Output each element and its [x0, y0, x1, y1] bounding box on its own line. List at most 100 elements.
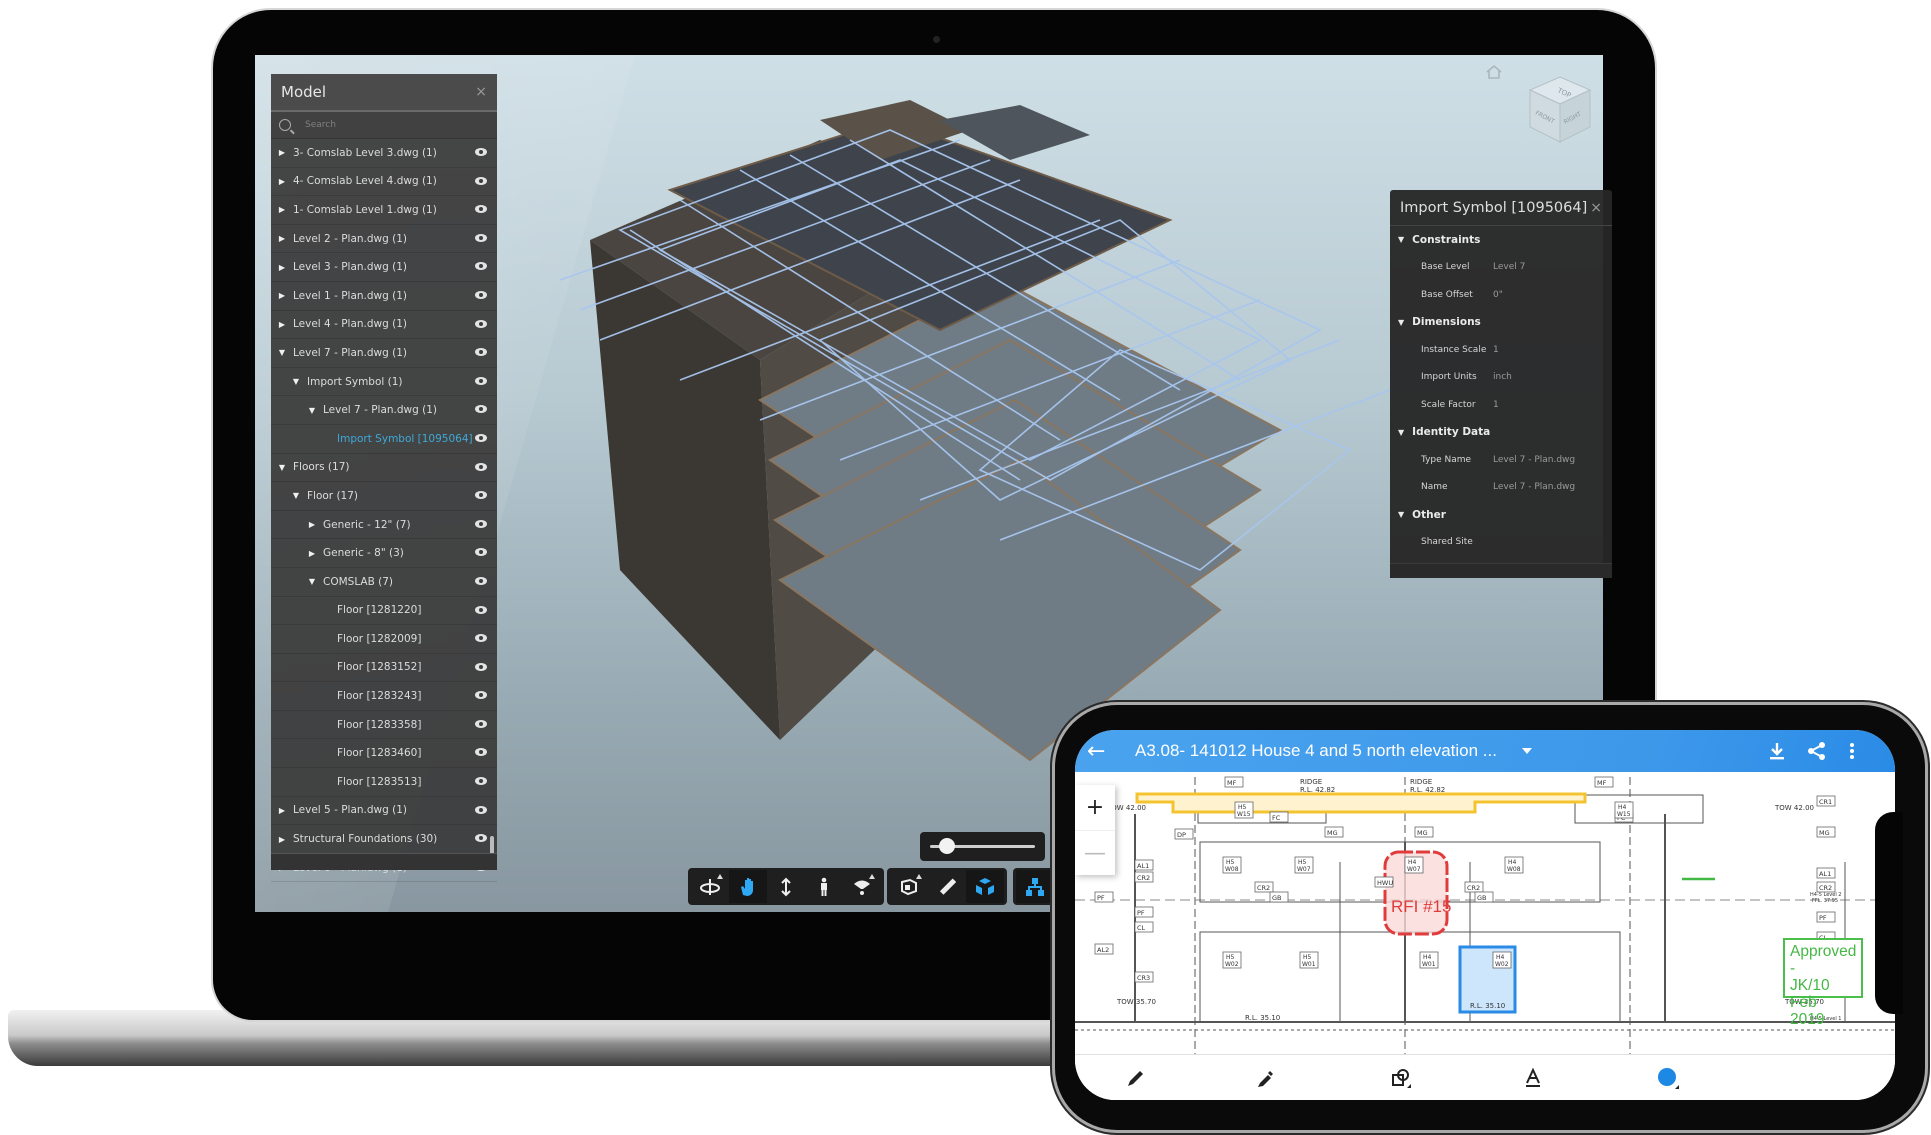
eye-icon[interactable] — [475, 748, 487, 757]
tree-item[interactable]: ▶ 4- Comslab Level 4.dwg (1) — [271, 168, 497, 197]
explode-slider[interactable] — [920, 832, 1045, 861]
caret-right-icon[interactable]: ▶ — [277, 835, 287, 844]
first-person-button[interactable] — [805, 870, 843, 903]
eye-icon[interactable] — [475, 719, 487, 728]
tree-item[interactable]: ▶ Level 3 - Plan.dwg (1) — [271, 253, 497, 282]
tree-item[interactable]: ▼ Floor (17) — [271, 482, 497, 511]
pan-button[interactable] — [729, 870, 767, 903]
caret-down-icon[interactable]: ▼ — [1398, 428, 1404, 437]
tree-item[interactable]: ▶ Level 5 - Plan.dwg (1) — [271, 797, 497, 826]
eye-icon[interactable] — [475, 691, 487, 700]
shapes-button[interactable] — [1389, 1065, 1415, 1091]
eye-icon[interactable] — [475, 348, 487, 357]
eye-icon[interactable] — [475, 262, 487, 271]
camera-button[interactable] — [843, 870, 881, 903]
eye-icon[interactable] — [475, 662, 487, 671]
model-panel-resize-footer[interactable] — [271, 853, 497, 870]
property-category[interactable]: ▼ Constraints — [1390, 226, 1612, 254]
caret-right-icon[interactable]: ▶ — [277, 291, 287, 300]
properties-panel-resize-footer[interactable] — [1390, 563, 1612, 578]
dolly-button[interactable] — [767, 870, 805, 903]
section-button[interactable] — [890, 870, 928, 903]
eye-icon[interactable] — [475, 491, 487, 500]
caret-down-icon[interactable]: ▼ — [277, 348, 287, 357]
caret-down-icon[interactable]: ▼ — [277, 463, 287, 472]
eye-icon[interactable] — [475, 433, 487, 442]
eye-icon[interactable] — [475, 148, 487, 156]
tree-item[interactable]: ▶ Level 4 - Plan.dwg (1) — [271, 311, 497, 340]
measure-button[interactable] — [928, 870, 966, 903]
eye-icon[interactable] — [475, 290, 487, 299]
caret-down-icon[interactable]: ▼ — [307, 406, 317, 415]
tree-item[interactable]: Floor [1282009] — [271, 625, 497, 654]
caret-right-icon[interactable]: ▶ — [277, 320, 287, 329]
zoom-out-button[interactable]: — — [1075, 831, 1115, 876]
eye-icon[interactable] — [475, 205, 487, 214]
tree-item[interactable]: ▶ 3- Comslab Level 3.dwg (1) — [271, 139, 497, 168]
share-icon[interactable] — [1807, 741, 1827, 761]
caret-down-icon[interactable]: ▼ — [291, 377, 301, 386]
zoom-in-button[interactable]: + — [1075, 785, 1115, 831]
caret-right-icon[interactable]: ▶ — [277, 205, 287, 214]
eye-icon[interactable] — [475, 576, 487, 585]
tree-item[interactable]: ▼ Floors (17) — [271, 454, 497, 483]
tree-item[interactable]: ▼ Level 7 - Plan.dwg (1) — [271, 339, 497, 368]
model-browser-button[interactable] — [1016, 870, 1054, 903]
caret-down-icon[interactable]: ▼ — [307, 577, 317, 586]
eye-icon[interactable] — [475, 777, 487, 786]
eye-icon[interactable] — [475, 805, 487, 814]
caret-right-icon[interactable]: ▶ — [307, 549, 317, 558]
eye-icon[interactable] — [475, 548, 487, 557]
caret-right-icon[interactable]: ▶ — [277, 806, 287, 815]
tree-item[interactable]: ▶ 1- Comslab Level 1.dwg (1) — [271, 196, 497, 225]
color-picker-button[interactable] — [1655, 1065, 1681, 1091]
tree-item[interactable]: Floor [1283358] — [271, 711, 497, 740]
tree-item[interactable]: Floor [1283152] — [271, 654, 497, 683]
tree-item[interactable]: Floor [1281220] — [271, 597, 497, 626]
tree-item[interactable]: ▶ Generic - 12" (7) — [271, 511, 497, 540]
tree-item[interactable]: ▶ Generic - 8" (3) — [271, 539, 497, 568]
property-category[interactable]: ▼ Dimensions — [1390, 309, 1612, 337]
tree-item[interactable]: ▶ Structural Foundations (30) — [271, 825, 497, 854]
explode-button[interactable] — [966, 870, 1004, 903]
caret-right-icon[interactable]: ▶ — [307, 520, 317, 529]
properties-panel-header[interactable]: Import Symbol [1095064] × — [1390, 190, 1612, 226]
caret-down-icon[interactable]: ▼ — [1398, 510, 1404, 519]
close-icon[interactable]: × — [475, 84, 487, 100]
eye-icon[interactable] — [475, 834, 487, 843]
orbit-button[interactable] — [691, 870, 729, 903]
model-panel-header[interactable]: Model × — [271, 74, 497, 112]
property-category[interactable]: ▼ Other — [1390, 501, 1612, 529]
model-search-input[interactable] — [303, 119, 457, 131]
pencil-button[interactable] — [1123, 1065, 1149, 1091]
explode-slider-thumb[interactable] — [938, 838, 955, 854]
eye-icon[interactable] — [475, 605, 487, 614]
caret-right-icon[interactable]: ▶ — [277, 234, 287, 243]
yellow-highlight-markup[interactable] — [1135, 792, 1587, 814]
tree-item[interactable]: ▼ Level 7 - Plan.dwg (1) — [271, 396, 497, 425]
caret-right-icon[interactable]: ▶ — [277, 177, 287, 186]
eye-icon[interactable] — [475, 405, 487, 414]
chevron-down-icon[interactable] — [1521, 748, 1532, 754]
close-icon[interactable]: × — [1590, 200, 1602, 216]
eye-icon[interactable] — [475, 462, 487, 471]
property-category[interactable]: ▼ Identity Data — [1390, 419, 1612, 447]
text-button[interactable] — [1520, 1065, 1546, 1091]
elevation-drawing[interactable]: RFI #15 RIDGE R.L. 42.82 RIDGE R.L. 42.8… — [1075, 772, 1895, 1055]
eye-icon[interactable] — [475, 319, 487, 328]
tree-item[interactable]: ▶ Level 1 - Plan.dwg (1) — [271, 282, 497, 311]
more-options-icon[interactable] — [1849, 742, 1855, 760]
caret-down-icon[interactable]: ▼ — [1398, 318, 1404, 327]
download-icon[interactable] — [1769, 742, 1785, 760]
eye-icon[interactable] — [475, 233, 487, 242]
eye-icon[interactable] — [475, 634, 487, 643]
tree-item[interactable]: ▼ Import Symbol (1) — [271, 368, 497, 397]
caret-right-icon[interactable]: ▶ — [277, 148, 287, 157]
back-arrow-icon[interactable]: ← — [1087, 739, 1113, 764]
caret-down-icon[interactable]: ▼ — [291, 491, 301, 500]
eye-icon[interactable] — [475, 519, 487, 528]
viewcube[interactable]: TOP FRONT RIGHT — [1525, 72, 1595, 147]
highlighter-button[interactable] — [1253, 1065, 1279, 1091]
tree-item[interactable]: Floor [1283513] — [271, 768, 497, 797]
document-title[interactable]: A3.08- 141012 House 4 and 5 north elevat… — [1135, 741, 1497, 761]
